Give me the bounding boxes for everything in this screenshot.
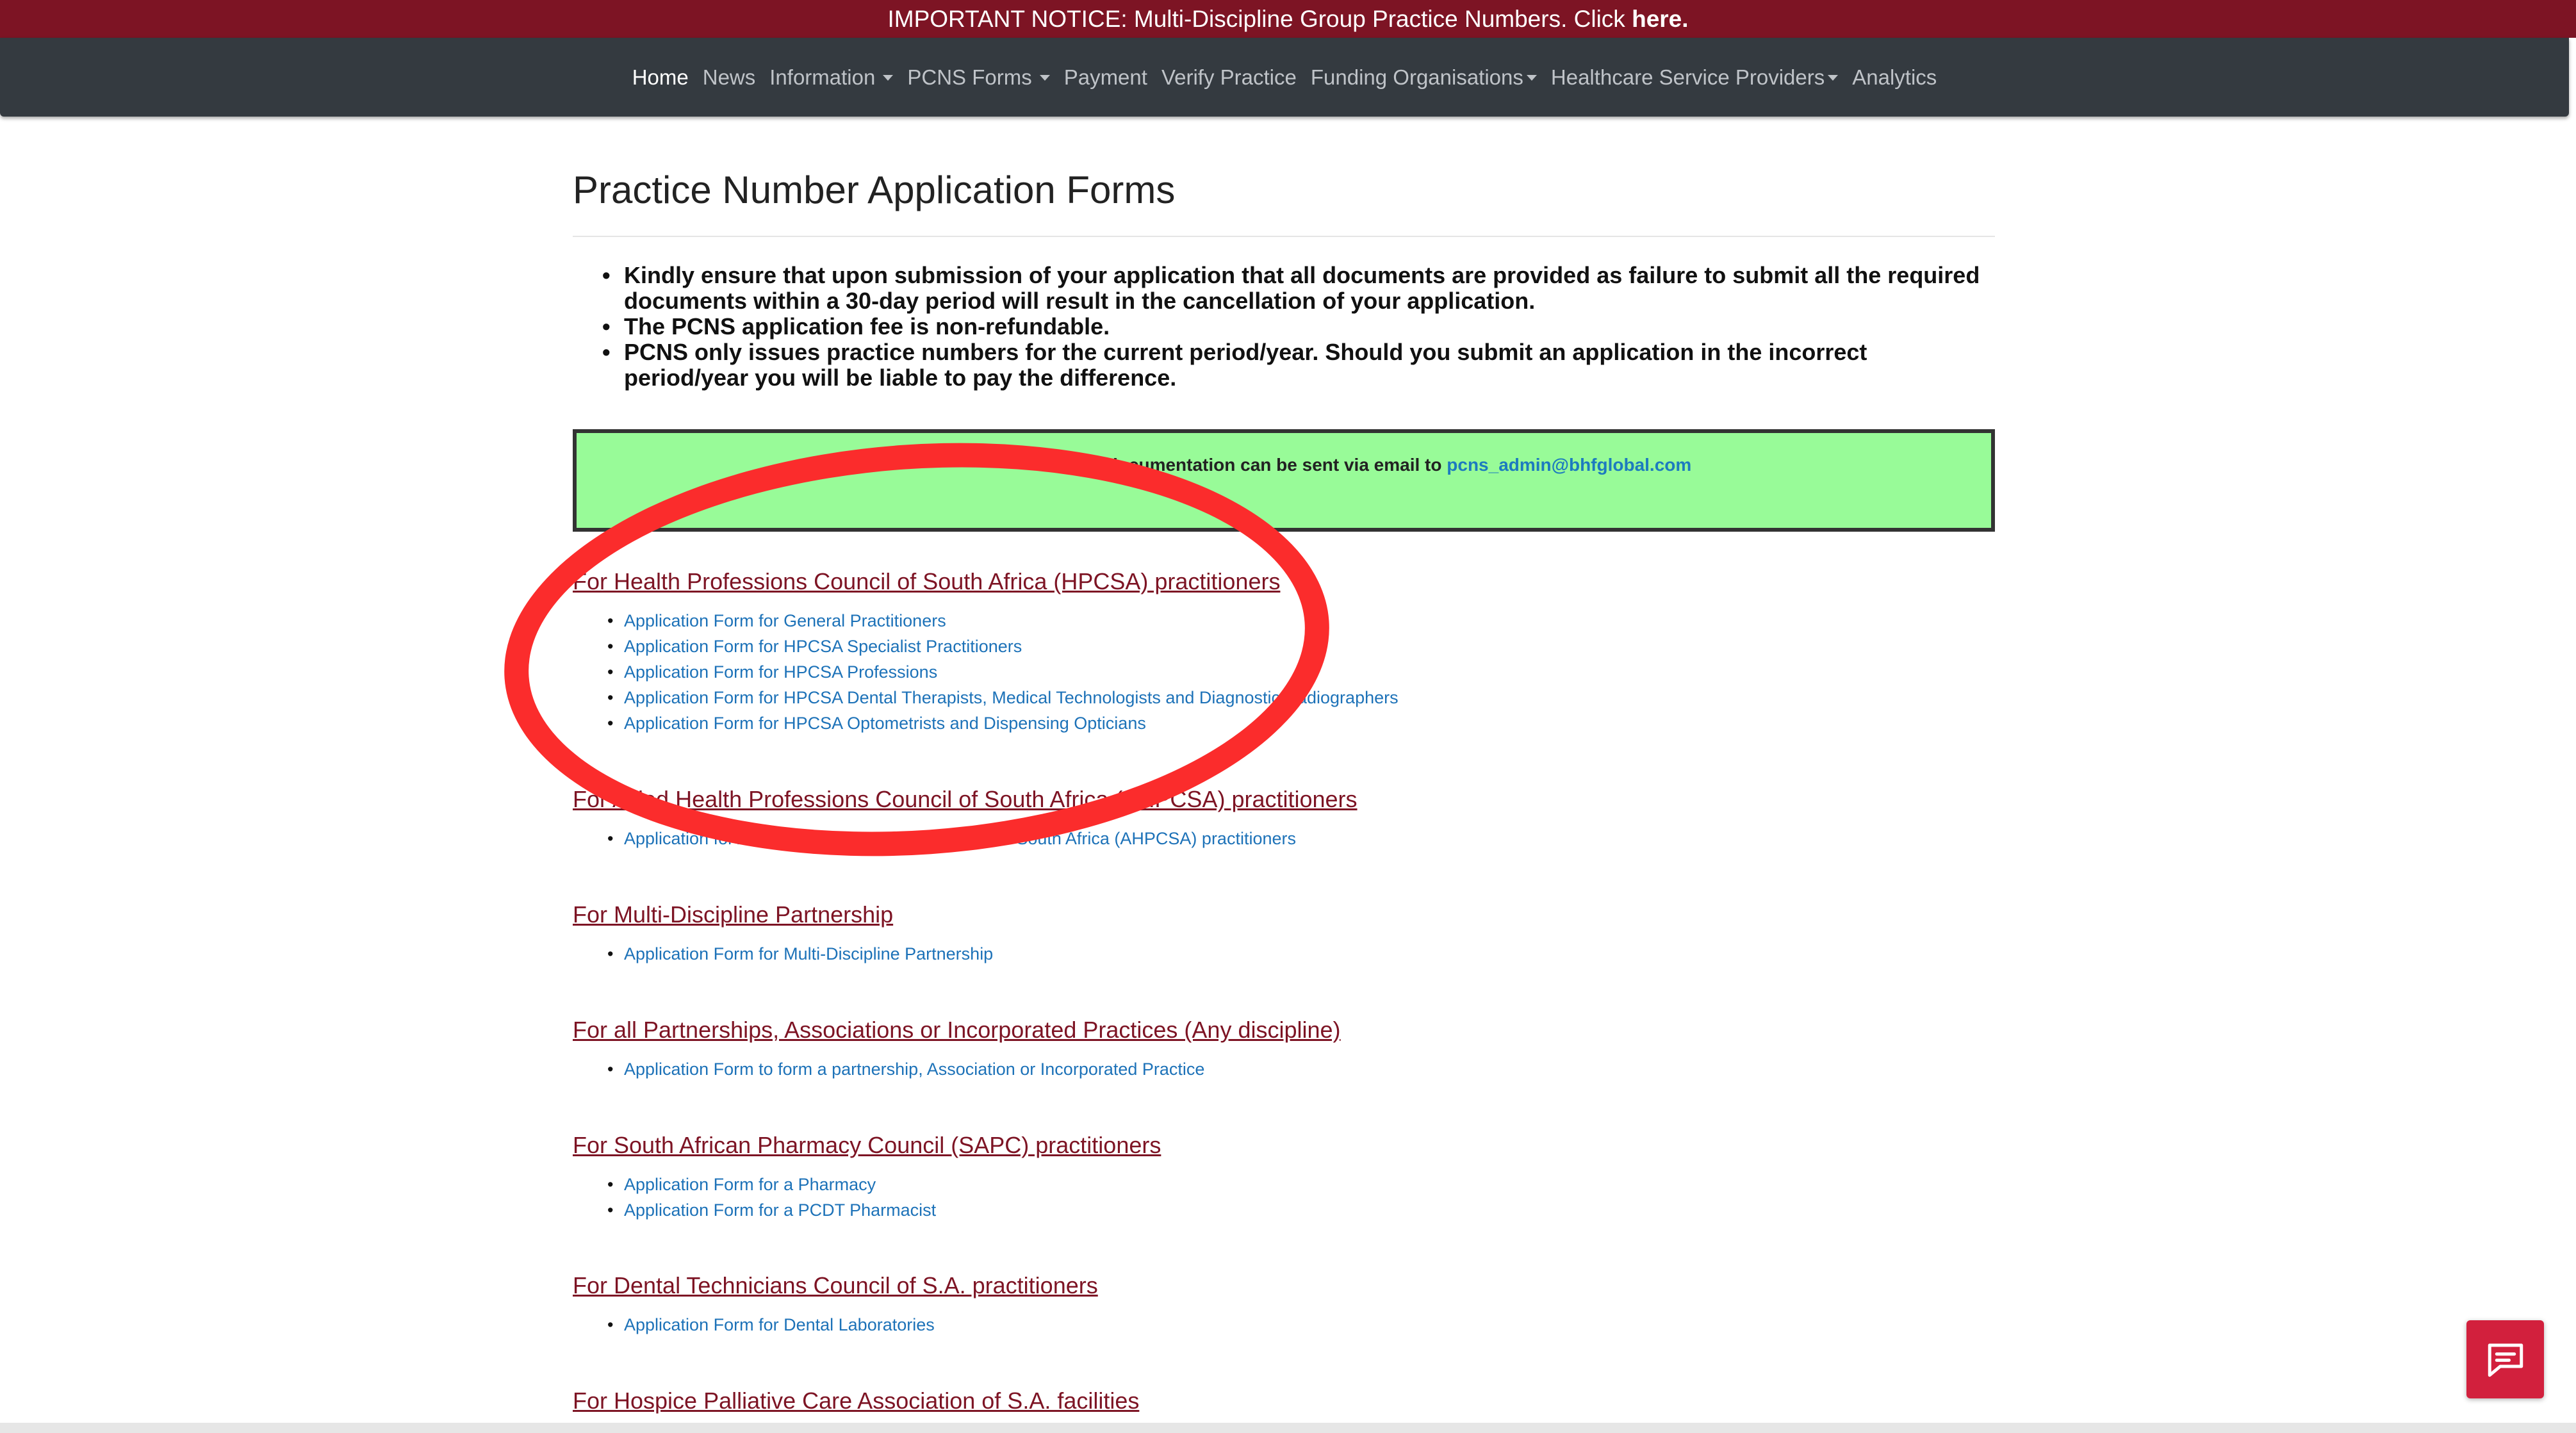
page: IMPORTANT NOTICE: Multi-Discipline Group… xyxy=(0,0,2576,1433)
form-link[interactable]: Application Form for a PCDT Pharmacist xyxy=(607,1197,1995,1223)
section-hpcsa: For Health Professions Council of South … xyxy=(573,568,1995,736)
chat-button[interactable] xyxy=(2466,1320,2544,1398)
nav-verify-practice[interactable]: Verify Practice xyxy=(1161,65,1297,90)
section-heading[interactable]: For Hospice Palliative Care Association … xyxy=(573,1388,1995,1414)
form-links: Application Form for Multi-Discipline Pa… xyxy=(573,941,1995,967)
section-hospice: For Hospice Palliative Care Association … xyxy=(573,1388,1995,1414)
form-links: Application Form for a Pharmacy Applicat… xyxy=(573,1172,1995,1223)
important-notice-bar: IMPORTANT NOTICE: Multi-Discipline Group… xyxy=(0,0,2576,38)
form-link[interactable]: Application Form for Multi-Discipline Pa… xyxy=(607,941,1995,967)
form-links: Application Form for General Practitione… xyxy=(573,608,1995,736)
caret-down-icon xyxy=(1039,75,1050,81)
nav-funding-organisations[interactable]: Funding Organisations xyxy=(1311,65,1537,90)
form-link[interactable]: Application Form for Dental Laboratories xyxy=(607,1312,1995,1338)
caret-down-icon xyxy=(883,75,894,81)
notice-here-link[interactable]: here. xyxy=(1632,6,1688,32)
form-link[interactable]: Application Form to form a partnership, … xyxy=(607,1056,1995,1082)
nav-items: Home News Information PCNS Forms Payment… xyxy=(0,38,2569,117)
section-multi-discipline: For Multi-Discipline Partnership Applica… xyxy=(573,901,1995,967)
section-heading[interactable]: For Health Professions Council of South … xyxy=(573,568,1995,595)
email-link[interactable]: pcns_admin@bhfglobal.com xyxy=(1447,455,1691,475)
section-ahpcsa: For Allied Health Professions Council of… xyxy=(573,786,1995,851)
nav-analytics[interactable]: Analytics xyxy=(1852,65,1937,90)
section-heading[interactable]: For Dental Technicians Council of S.A. p… xyxy=(573,1272,1995,1299)
form-link[interactable]: Application Form for HPCSA Specialist Pr… xyxy=(607,634,1995,659)
section-sapc: For South African Pharmacy Council (SAPC… xyxy=(573,1132,1995,1223)
nav-news[interactable]: News xyxy=(703,65,756,90)
section-heading[interactable]: For all Partnerships, Associations or In… xyxy=(573,1017,1995,1044)
form-link[interactable]: Application for Allied Health Profession… xyxy=(607,826,1995,851)
section-heading[interactable]: For South African Pharmacy Council (SAPC… xyxy=(573,1132,1995,1159)
section-dental-technicians: For Dental Technicians Council of S.A. p… xyxy=(573,1272,1995,1338)
nav-home[interactable]: Home xyxy=(632,65,689,90)
chat-bubble-icon xyxy=(2488,1343,2523,1377)
form-link[interactable]: Application Form for a Pharmacy xyxy=(607,1172,1995,1197)
note-item: PCNS only issues practice numbers for th… xyxy=(602,340,1995,391)
nav-pcns-forms[interactable]: PCNS Forms xyxy=(907,65,1050,90)
form-link[interactable]: Application Form for General Practitione… xyxy=(607,608,1995,634)
page-title: Practice Number Application Forms xyxy=(573,168,1176,211)
form-link[interactable]: Application Form for HPCSA Professions xyxy=(607,659,1995,685)
nav-information[interactable]: Information xyxy=(769,65,894,90)
main-navbar: Home News Information PCNS Forms Payment… xyxy=(0,38,2569,117)
form-link[interactable]: Application Form for HPCSA Optometrists … xyxy=(607,710,1995,736)
note-item: Kindly ensure that upon submission of yo… xyxy=(602,263,1995,314)
notice-text: IMPORTANT NOTICE: Multi-Discipline Group… xyxy=(887,6,1632,32)
nav-healthcare-service-providers[interactable]: Healthcare Service Providers xyxy=(1551,65,1839,90)
notes-list: Kindly ensure that upon submission of yo… xyxy=(602,263,1995,391)
nav-payment[interactable]: Payment xyxy=(1064,65,1147,90)
form-links: Application Form to form a partnership, … xyxy=(573,1056,1995,1082)
note-item: The PCNS application fee is non-refundab… xyxy=(602,314,1995,340)
form-links: Application for Allied Health Profession… xyxy=(573,826,1995,851)
caret-down-icon xyxy=(1828,75,1839,81)
form-links: Application Form for Dental Laboratories xyxy=(573,1312,1995,1338)
section-partnerships: For all Partnerships, Associations or In… xyxy=(573,1017,1995,1082)
form-link[interactable]: Application Form for HPCSA Dental Therap… xyxy=(607,685,1995,710)
title-divider xyxy=(573,236,1995,237)
email-info-text: documentation can be sent via email to p… xyxy=(1106,455,1692,475)
caret-down-icon xyxy=(1526,75,1537,81)
section-heading[interactable]: For Multi-Discipline Partnership xyxy=(573,901,1995,928)
bottom-edge xyxy=(0,1423,2576,1433)
email-info-box: documentation can be sent via email to p… xyxy=(573,429,1995,532)
section-heading[interactable]: For Allied Health Professions Council of… xyxy=(573,786,1995,813)
